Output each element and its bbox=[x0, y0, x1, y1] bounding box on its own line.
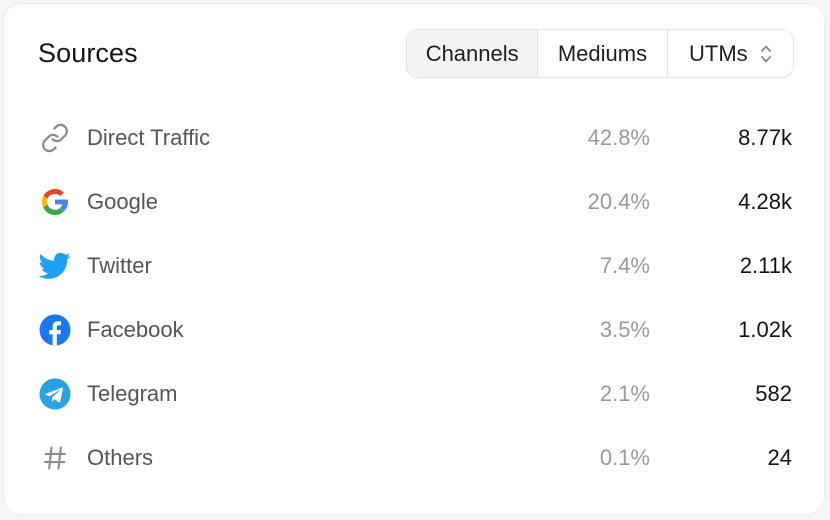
source-percent: 2.1% bbox=[599, 381, 650, 406]
list-item[interactable]: Twitter 7.4% 2.11k bbox=[4, 234, 824, 298]
list-item[interactable]: Telegram 2.1% 582 bbox=[4, 362, 824, 426]
source-name: Telegram bbox=[87, 381, 178, 406]
tab-utms[interactable]: UTMs bbox=[666, 30, 793, 77]
source-percent: 42.8% bbox=[587, 125, 650, 150]
source-count: 582 bbox=[755, 381, 792, 406]
tab-utms-label: UTMs bbox=[689, 40, 748, 66]
source-percent: 20.4% bbox=[587, 189, 650, 214]
tab-channels[interactable]: Channels bbox=[407, 30, 538, 77]
source-name: Facebook bbox=[87, 317, 184, 342]
source-percent: 7.4% bbox=[599, 253, 650, 278]
source-name: Direct Traffic bbox=[87, 125, 211, 150]
list-item[interactable]: Facebook 3.5% 1.02k bbox=[4, 298, 824, 362]
source-count: 4.28k bbox=[738, 189, 792, 214]
card-title: Sources bbox=[38, 38, 138, 68]
list-item[interactable]: Direct Traffic 42.8% 8.77k bbox=[4, 106, 824, 170]
google-icon bbox=[38, 185, 72, 219]
source-count: 24 bbox=[767, 445, 792, 470]
up-down-chevron-icon bbox=[760, 45, 771, 62]
telegram-icon bbox=[38, 377, 72, 411]
source-count: 8.77k bbox=[738, 125, 792, 150]
link-icon bbox=[38, 121, 72, 155]
list-item[interactable]: Google 20.4% 4.28k bbox=[4, 170, 824, 234]
list-item[interactable]: Others 0.1% 24 bbox=[4, 426, 824, 490]
source-name: Twitter bbox=[87, 253, 152, 278]
source-type-tabs: Channels Mediums UTMs bbox=[406, 29, 794, 78]
hash-icon bbox=[38, 441, 72, 475]
tab-mediums-label: Mediums bbox=[557, 40, 648, 66]
tab-mediums[interactable]: Mediums bbox=[537, 30, 666, 77]
source-percent: 3.5% bbox=[599, 317, 650, 342]
source-count: 2.11k bbox=[739, 253, 792, 278]
source-name: Google bbox=[87, 189, 158, 214]
tab-channels-label: Channels bbox=[425, 40, 519, 66]
sources-card: Sources Channels Mediums UTMs Direct Tra… bbox=[3, 3, 825, 515]
twitter-icon bbox=[38, 249, 72, 283]
source-percent: 0.1% bbox=[599, 445, 650, 470]
facebook-icon bbox=[38, 313, 72, 347]
source-name: Others bbox=[87, 445, 154, 470]
source-count: 1.02k bbox=[738, 317, 792, 342]
